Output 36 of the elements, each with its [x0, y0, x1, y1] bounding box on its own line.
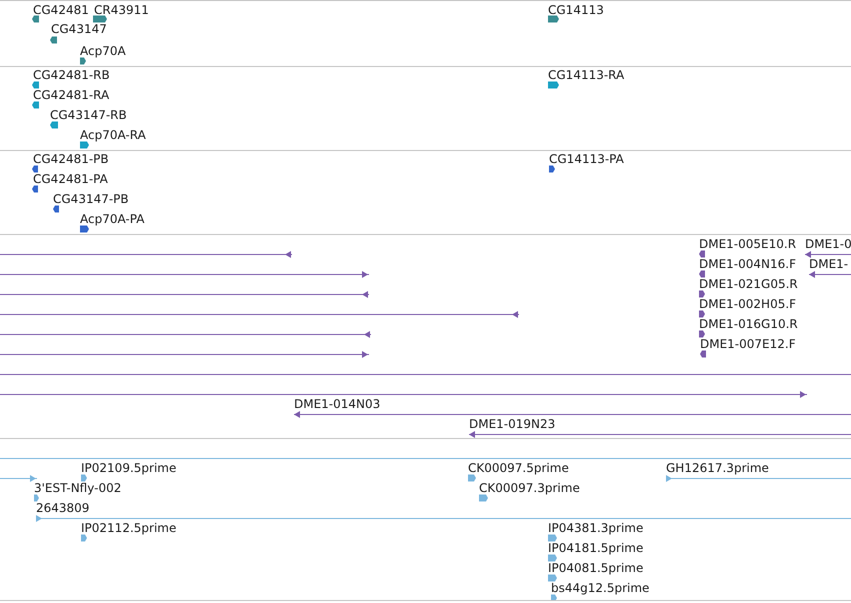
feature-label: CG42481-PA [33, 173, 108, 186]
feature-label: DME1-0 [805, 238, 851, 251]
feature-label: CG43147 [51, 23, 107, 36]
feature-label: IP04081.5prime [548, 562, 644, 575]
feature-label: CG43147-RB [50, 109, 127, 122]
feature-label: CG42481-RA [33, 89, 110, 102]
feature-label: DME1- [809, 258, 848, 271]
feature-label: Acp70A-RA [80, 129, 146, 142]
feature-label: CG43147-PB [53, 193, 129, 206]
feature-label: DME1-007E12.F [700, 338, 796, 351]
feature-label: DME1-016G10.R [699, 318, 798, 331]
feature-label: Acp70A-PA [80, 213, 144, 226]
feature-label: DME1-014N03 [294, 398, 380, 411]
feature-label: CG14113 [548, 4, 604, 17]
feature-label: CG42481 [33, 4, 89, 17]
feature-label: CG42481-RB [33, 69, 110, 82]
feature-label: DME1-002H05.F [699, 298, 796, 311]
feature-label: CG14113-RA [548, 69, 624, 82]
feature-label: CK00097.3prime [479, 482, 580, 495]
feature-label: IP02109.5prime [81, 462, 176, 475]
feature-label: CR43911 [94, 4, 149, 17]
feature-label: IP04381.3prime [548, 522, 644, 535]
feature-label: 2643809 [36, 502, 90, 515]
feature-label: bs44g12.5prime [551, 582, 650, 595]
feature-label: DME1-019N23 [469, 418, 556, 431]
feature-label: CG14113-PA [549, 153, 624, 166]
feature-label: GH12617.3prime [666, 462, 769, 475]
feature-label: CG42481-PB [33, 153, 109, 166]
feature-label: 3'EST-Nfly-002 [34, 482, 122, 495]
feature-label: DME1-004N16.F [699, 258, 796, 271]
feature-label: DME1-005E10.R [699, 238, 796, 251]
feature-label: IP04181.5prime [548, 542, 644, 555]
feature-label: IP02112.5prime [81, 522, 176, 535]
feature-label: CK00097.5prime [468, 462, 569, 475]
feature-label: Acp70A [80, 45, 126, 58]
feature-label: DME1-021G05.R [699, 278, 798, 291]
